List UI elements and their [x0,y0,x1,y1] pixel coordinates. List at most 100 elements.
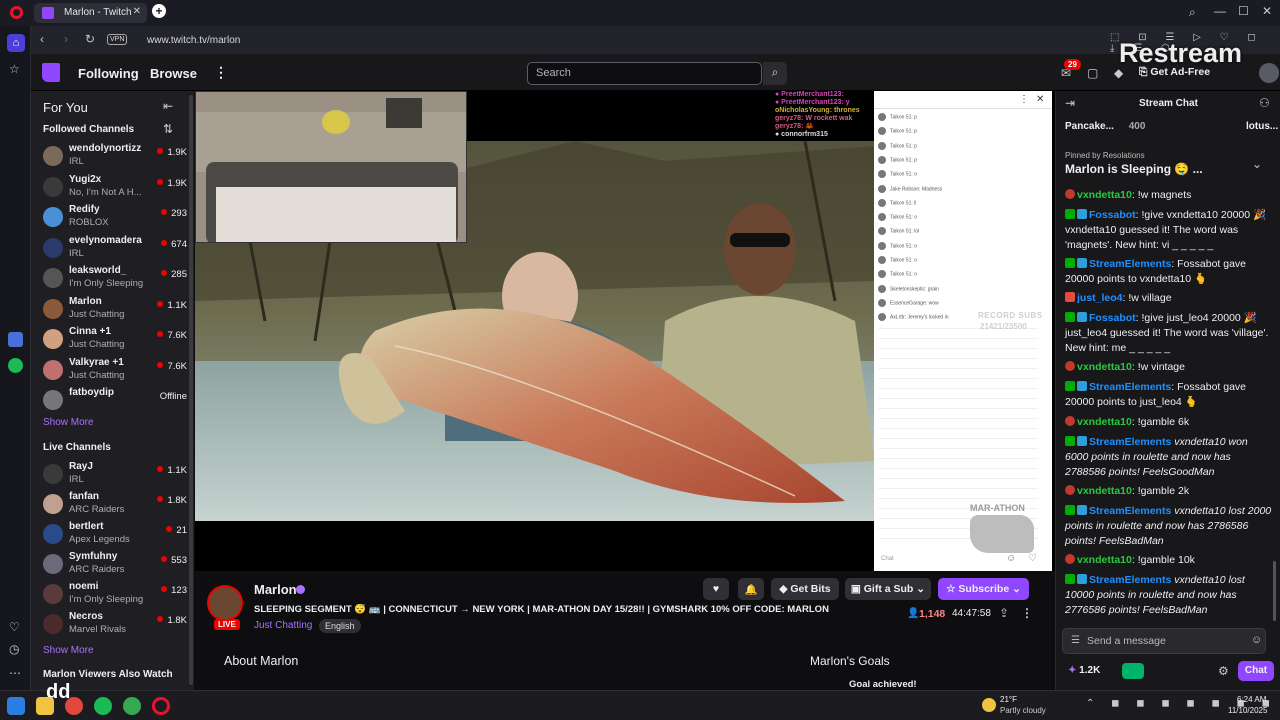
get-ad-free-button[interactable]: ⎘ Get Ad-Free [1139,66,1210,79]
spotify-icon[interactable] [8,358,23,373]
tab-close-icon[interactable]: ✕ [133,6,141,17]
chat-username[interactable]: vxndetta10 [1077,416,1132,428]
followed-channel-item[interactable]: Valkyrae +1 Just Chatting 7.6K [43,357,193,385]
followed-channel-item[interactable]: fatboydip Offline [43,387,193,415]
chat-message[interactable]: vxndetta10: !gamble 6k [1065,415,1273,430]
pinned-message[interactable]: Pinned by Resolations Marlon is Sleeping… [1065,151,1265,176]
more-icon[interactable]: ⋯ [9,666,21,680]
chat-username[interactable]: vxndetta10 [1077,485,1132,497]
star-icon[interactable]: ☆ [9,62,20,76]
live-channel-item[interactable]: Symfuhny ARC Raiders 553 [43,551,193,579]
nav-more-icon[interactable]: ⋮ [214,64,228,81]
start-icon[interactable] [7,697,25,715]
top-gifter-2[interactable]: lotus... [1246,121,1278,132]
clock-date[interactable]: 11/10/2025 [1228,706,1267,715]
home-icon[interactable]: ⌂ [7,34,25,52]
category-link[interactable]: Just Chatting [254,620,312,631]
chat-input[interactable]: ☰ Send a message ☺ [1062,628,1266,654]
language-tag[interactable]: English [319,619,361,633]
chat-username[interactable]: Fossabot [1089,209,1136,221]
nav-following[interactable]: Following [78,66,139,81]
follow-heart-button[interactable]: ♥ [703,578,729,600]
live-channel-item[interactable]: noemi I'm Only Sleeping 123 [43,581,193,609]
search-button[interactable]: ⌕ [763,62,787,85]
streamer-name[interactable]: Marlon [254,582,297,597]
chat-username[interactable]: StreamElements [1089,381,1171,393]
forward-icon[interactable]: › [64,32,68,46]
followed-channel-item[interactable]: Cinna +1 Just Chatting 7.6K [43,326,193,354]
file-explorer-icon[interactable] [36,697,54,715]
chat-send-button[interactable]: Chat [1238,661,1274,681]
chat-message[interactable]: just_leo4: !w village [1065,291,1273,306]
nav-browse[interactable]: Browse [150,66,197,81]
whispers-icon[interactable]: ▢ [1087,66,1098,80]
share-icon[interactable]: ⇪ [999,606,1009,620]
claim-bonus-icon[interactable] [1122,663,1144,679]
user-avatar[interactable] [1259,63,1279,83]
followed-channel-item[interactable]: leaksworld_ I'm Only Sleeping 285 [43,265,193,293]
chat-username[interactable]: StreamElements [1089,505,1171,517]
collapse-sidebar-icon[interactable]: ⇤ [163,99,173,113]
heart-icon[interactable]: ♡ [9,620,20,634]
chrome-icon[interactable] [65,697,83,715]
top-gifter-1[interactable]: Pancake... 400 [1065,121,1145,132]
opera-taskbar-icon[interactable] [152,697,170,715]
vpn-badge[interactable]: VPN [107,34,128,45]
chat-message[interactable]: StreamElements vxndetta10 lost 10000 poi… [1065,573,1273,618]
channel-points[interactable]: ✦ 1.2K [1068,665,1100,676]
chat-username[interactable]: StreamElements [1089,258,1171,270]
get-bits-button[interactable]: ◆ Get Bits [771,578,839,600]
chat-message[interactable]: StreamElements: Fossabot gave 20000 poin… [1065,257,1273,287]
live-channel-item[interactable]: fanfan ARC Raiders 1.8K [43,491,193,519]
streamer-avatar[interactable] [207,585,243,621]
chat-username[interactable]: vxndetta10 [1077,189,1132,201]
chat-username[interactable]: StreamElements [1089,574,1171,586]
search-tabs-icon[interactable]: ⌕ [1189,5,1196,20]
popchat-close-icon[interactable]: ✕ [1036,94,1044,105]
live-channel-item[interactable]: Necros Marvel Rivals 1.8K [43,611,193,639]
url-field[interactable]: www.twitch.tv/marlon [147,35,240,46]
followed-channel-item[interactable]: evelynomadera IRL 674 [43,235,193,263]
followed-channel-item[interactable]: Redify ROBLOX 293 [43,204,193,232]
followed-channel-item[interactable]: Marlon Just Chatting 1.1K [43,296,193,324]
search-input[interactable]: Search [527,62,762,85]
chat-message[interactable]: vxndetta10: !gamble 2k [1065,484,1273,499]
chat-users-icon[interactable]: ⚇ [1259,96,1270,110]
popchat-emote-icon[interactable]: ☺ [1006,553,1016,564]
chat-settings-icon[interactable]: ⚙ [1218,664,1229,678]
chat-username[interactable]: vxndetta10 [1077,361,1132,373]
browser-tab[interactable]: Marlon - Twitch ✕ [34,3,147,23]
chat-username[interactable]: just_leo4 [1077,292,1123,304]
chrome-alt-icon[interactable] [123,697,141,715]
more-options-icon[interactable]: ⋮ [1021,606,1033,620]
chat-username[interactable]: vxndetta10 [1077,554,1132,566]
twitch-logo-icon[interactable] [42,63,60,82]
chat-message[interactable]: Fossabot: !give just_leo4 20000 🎉 just_l… [1065,311,1273,356]
back-icon[interactable]: ‹ [40,32,44,46]
notify-bell-button[interactable]: 🔔 [738,578,764,600]
maximize-icon[interactable]: ☐ [1238,4,1249,18]
reload-icon[interactable]: ↻ [85,32,95,46]
popchat-more-icon[interactable]: ⋮ [1019,94,1029,105]
clock-time[interactable]: 6:24 AM [1237,695,1266,704]
gift-sub-button[interactable]: ▣ Gift a Sub ⌄ [845,578,931,600]
subscribe-button[interactable]: ☆ Subscribe ⌄ [938,578,1029,600]
show-more-live[interactable]: Show More [43,645,94,656]
chat-message[interactable]: Fossabot: !give vxndetta10 20000 🎉 vxnde… [1065,208,1273,253]
emote-picker-icon[interactable]: ☺ [1251,634,1262,646]
chat-message[interactable]: vxndetta10: !gamble 10k [1065,553,1273,568]
minimize-icon[interactable]: — [1214,4,1226,18]
chat-message[interactable]: vxndetta10: !w vintage [1065,360,1273,375]
chat-message[interactable]: StreamElements vxndetta10 won 6000 point… [1065,435,1273,480]
show-more-followed[interactable]: Show More [43,417,94,428]
popchat-input[interactable]: Chat [878,553,1008,567]
chat-scrollbar[interactable] [1273,561,1276,621]
chat-message[interactable]: StreamElements: Fossabot gave 20000 poin… [1065,380,1273,410]
close-window-icon[interactable]: ✕ [1262,4,1272,18]
live-channel-item[interactable]: RayJ IRL 1.1K [43,461,193,489]
aria-icon[interactable] [8,332,23,347]
chat-message[interactable]: StreamElements vxndetta10 lost 2000 poin… [1065,504,1273,549]
chat-username[interactable]: Fossabot [1089,312,1136,324]
collapse-chat-icon[interactable]: ⇥ [1065,96,1075,110]
live-channel-item[interactable]: bertlert Apex Legends 21 [43,521,193,549]
